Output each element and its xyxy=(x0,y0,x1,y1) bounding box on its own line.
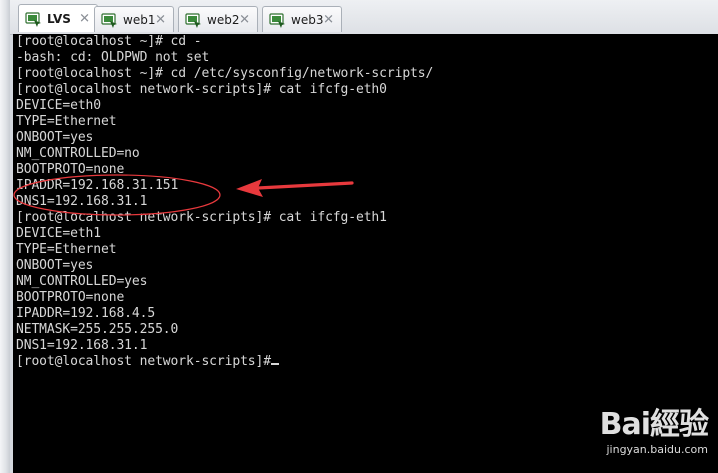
left-panel-edge xyxy=(0,0,10,473)
terminal-line: IPADDR=192.168.31.151 xyxy=(16,178,179,193)
terminal-line: ONBOOT=yes xyxy=(16,130,94,145)
terminal-line: TYPE=Ethernet xyxy=(16,114,117,129)
tab-web1[interactable]: web1 ✕ xyxy=(94,6,174,32)
terminal-line: NM_CONTROLLED=yes xyxy=(16,274,148,289)
terminal-line: [root@localhost ~]# cd /etc/sysconfig/ne… xyxy=(16,66,434,81)
terminal-line: DNS1=192.168.31.1 xyxy=(16,338,148,353)
close-icon[interactable]: ✕ xyxy=(323,13,334,26)
terminal-line: DNS1=192.168.31.1 xyxy=(16,194,148,209)
terminal-line: NM_CONTROLLED=no xyxy=(16,146,140,161)
session-icon xyxy=(101,12,119,28)
terminal-line: NETMASK=255.255.255.0 xyxy=(16,322,179,337)
tab-label: web2 xyxy=(207,12,240,27)
terminal-line: TYPE=Ethernet xyxy=(16,242,117,257)
tab-label: web1 xyxy=(123,12,156,27)
watermark-url: jingyan.baidu.com xyxy=(606,443,708,456)
terminal-output[interactable]: [root@localhost ~]# cd - -bash: cd: OLDP… xyxy=(13,34,718,473)
terminal-line: IPADDR=192.168.4.5 xyxy=(16,306,156,321)
terminal-line: [root@localhost network-scripts]# cat if… xyxy=(16,82,387,97)
tab-label: LVS xyxy=(47,11,71,26)
tab-lvs[interactable]: LVS ✕ xyxy=(18,4,98,32)
tab-label: web3 xyxy=(291,12,324,27)
ssh-client-window: LVS ✕ web1 ✕ web2 ✕ web3 ✕ [root@localho… xyxy=(0,0,718,473)
close-icon[interactable]: ✕ xyxy=(79,12,90,25)
terminal-line: DEVICE=eth1 xyxy=(16,226,101,241)
terminal-line: [root@localhost ~]# cd - xyxy=(16,34,202,49)
terminal-line: BOOTPROTO=none xyxy=(16,162,125,177)
terminal-line: [root@localhost network-scripts]# cat if… xyxy=(16,210,387,225)
terminal-line: DEVICE=eth0 xyxy=(16,98,101,113)
terminal-line: ONBOOT=yes xyxy=(16,258,94,273)
close-icon[interactable]: ✕ xyxy=(155,13,166,26)
terminal-prompt-line: [root@localhost network-scripts]# xyxy=(13,354,718,370)
session-tab-bar: LVS ✕ web1 ✕ web2 ✕ web3 ✕ xyxy=(10,0,718,35)
session-icon xyxy=(269,12,287,28)
watermark-logo: Bai經验 xyxy=(599,407,709,442)
session-icon xyxy=(25,11,43,27)
tab-web3[interactable]: web3 ✕ xyxy=(262,6,342,32)
terminal-cursor xyxy=(270,363,279,365)
close-icon[interactable]: ✕ xyxy=(239,13,250,26)
session-icon xyxy=(185,12,203,28)
terminal-prompt: [root@localhost network-scripts]# xyxy=(16,354,271,369)
tab-web2[interactable]: web2 ✕ xyxy=(178,6,258,32)
watermark: Bai經验 jingyan.baidu.com xyxy=(528,399,709,469)
terminal-line: BOOTPROTO=none xyxy=(16,290,125,305)
terminal-line: -bash: cd: OLDPWD not set xyxy=(16,50,210,65)
